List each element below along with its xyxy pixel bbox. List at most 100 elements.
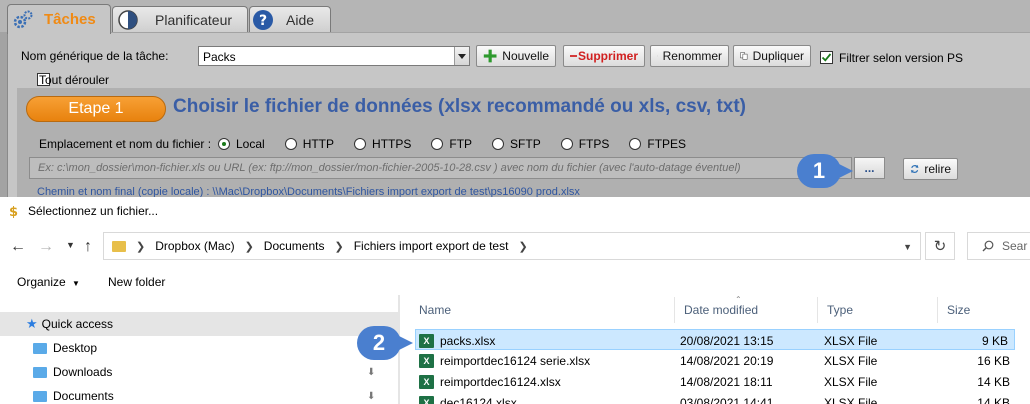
radio-sftp[interactable]: SFTP: [492, 137, 541, 151]
file-date: 03/08/2021 14:41: [680, 395, 774, 404]
file-type: XLSX File: [824, 374, 878, 389]
tab-taches-label: Tâches: [44, 11, 96, 28]
file-list-pane: Name ⌃ Date modified Type Size Xpacks.xl…: [405, 295, 1030, 404]
refresh-icon: [910, 164, 919, 174]
file-row[interactable]: Xreimportdec16124 serie.xlsx 14/08/2021 …: [415, 350, 1015, 371]
svg-text:?: ?: [259, 13, 267, 29]
filter-ps-label: Filtrer selon version PS: [839, 51, 964, 65]
step-title: Choisir le fichier de données (xlsx reco…: [173, 96, 746, 117]
tab-planificateur[interactable]: Planificateur: [112, 6, 248, 32]
chevron-right-icon: ❯: [518, 240, 528, 253]
folder-icon: [112, 240, 126, 252]
excel-file-icon: X: [419, 333, 434, 348]
nav-item-quick-access[interactable]: ★ Quick access: [0, 312, 398, 336]
file-name: reimportdec16124 serie.xlsx: [440, 353, 591, 368]
help-icon: ?: [253, 9, 273, 30]
recent-locations-chevron-icon[interactable]: ▼: [66, 240, 75, 250]
radio-https[interactable]: HTTPS: [354, 137, 411, 151]
renommer-label: Renommer: [662, 49, 722, 63]
task-name-combo[interactable]: Packs: [198, 46, 470, 66]
browse-button[interactable]: ...: [854, 157, 885, 179]
nav-item-desktop[interactable]: Desktop ⬇: [0, 336, 398, 360]
file-type: XLSX File: [824, 333, 878, 348]
refresh-button[interactable]: ↻: [925, 232, 955, 260]
nav-item-label: Desktop: [53, 341, 98, 355]
file-row[interactable]: Xdec16124.xlsx 03/08/2021 14:41 XLSX Fil…: [415, 392, 1015, 404]
desktop-folder-icon: [33, 342, 47, 354]
radio-selected-icon: [218, 138, 230, 150]
filter-ps-checkbox[interactable]: [820, 51, 833, 64]
radio-local[interactable]: Local: [218, 137, 265, 151]
file-path-input[interactable]: Ex: c:\mon_dossier\mon-fichier.xls ou UR…: [29, 157, 852, 179]
file-row-selected[interactable]: Xpacks.xlsx 20/08/2021 13:15 XLSX File 9…: [415, 329, 1015, 350]
organize-button[interactable]: Organize ▼: [17, 275, 80, 289]
file-size: 16 KB: [977, 353, 1010, 368]
column-header-date[interactable]: Date modified: [675, 297, 818, 323]
column-header-type[interactable]: Type: [818, 297, 938, 323]
radio-http[interactable]: HTTP: [284, 137, 334, 151]
radio-ftps-label: FTPS: [578, 137, 610, 151]
breadcrumb-documents[interactable]: Documents: [264, 239, 325, 253]
radio-empty-icon: [560, 138, 573, 150]
final-path-text: Chemin et nom final (copie locale) : \\M…: [37, 186, 580, 197]
excel-file-icon: X: [419, 353, 434, 368]
radio-sftp-label: SFTP: [510, 137, 541, 151]
file-type: XLSX File: [824, 395, 878, 404]
file-list-header: Name ⌃ Date modified Type Size: [405, 295, 1030, 323]
search-input[interactable]: Sear: [967, 232, 1030, 260]
forward-arrow-icon[interactable]: →: [38, 238, 54, 256]
file-row[interactable]: Xreimportdec16124.xlsx 14/08/2021 18:11 …: [415, 371, 1015, 392]
file-name: dec16124.xlsx: [440, 395, 517, 404]
supprimer-button[interactable]: Supprimer: [563, 45, 645, 67]
gear-icon: [13, 10, 33, 28]
chevron-right-icon: ❯: [244, 240, 254, 253]
dialog-navigation-bar: ← → ▼ ↑ ❯ Dropbox (Mac) ❯ Documents ❯ Fi…: [0, 229, 1030, 263]
app-logo-icon: $: [9, 205, 18, 218]
combo-dropdown-arrow[interactable]: [454, 47, 469, 65]
breadcrumb-test-folder[interactable]: Fichiers import export de test: [354, 239, 509, 253]
radio-empty-icon: [492, 138, 505, 150]
excel-file-icon: X: [419, 395, 434, 404]
pin-icon: ⬇: [367, 366, 376, 378]
file-date: 14/08/2021 18:11: [680, 374, 773, 389]
tab-taches[interactable]: Tâches: [7, 4, 111, 34]
radio-empty-icon: [284, 138, 297, 150]
annotation-badge-2: 2: [357, 326, 413, 360]
radio-ftp[interactable]: FTP: [431, 137, 472, 151]
radio-ftps[interactable]: FTPS: [560, 137, 610, 151]
file-size: 14 KB: [977, 374, 1010, 389]
address-bar[interactable]: ❯ Dropbox (Mac) ❯ Documents ❯ Fichiers i…: [103, 232, 921, 260]
nouvelle-button[interactable]: Nouvelle: [476, 45, 556, 67]
downloads-folder-icon: [33, 366, 47, 378]
column-name-label: Name: [419, 303, 452, 317]
search-placeholder: Sear: [1002, 239, 1028, 253]
tab-aide[interactable]: ? Aide: [249, 6, 331, 32]
file-name: packs.xlsx: [440, 333, 496, 348]
column-header-name[interactable]: Name: [410, 297, 675, 323]
back-arrow-icon[interactable]: ←: [10, 238, 26, 256]
relire-button[interactable]: relire: [903, 158, 958, 180]
up-arrow-icon[interactable]: ↑: [84, 238, 92, 256]
chevron-right-icon: ❯: [334, 240, 344, 253]
renommer-button[interactable]: Renommer: [650, 45, 729, 67]
column-header-size[interactable]: Size: [938, 297, 1023, 323]
radio-local-label: Local: [236, 137, 265, 151]
plus-icon: [483, 49, 497, 63]
address-dropdown-chevron-icon[interactable]: ▼: [903, 242, 912, 252]
radio-https-label: HTTPS: [372, 137, 412, 151]
breadcrumb-dropbox[interactable]: Dropbox (Mac): [155, 239, 234, 253]
tab-aide-label: Aide: [286, 11, 315, 28]
chevron-right-icon: ❯: [136, 240, 146, 253]
protocol-radio-group: Local HTTP HTTPS FTP SFTP FTPS FTPES: [218, 137, 706, 151]
nav-item-label: Quick access: [41, 317, 114, 331]
step-1-panel: Etape 1 Choisir le fichier de données (x…: [17, 88, 1030, 197]
chevron-down-icon: ▼: [72, 279, 80, 288]
radio-ftpes[interactable]: FTPES: [629, 137, 686, 151]
column-date-label: Date modified: [684, 303, 759, 317]
svg-text:$: $: [9, 205, 18, 218]
tab-bar: Tâches Planificateur ? Aide: [0, 0, 1030, 34]
nav-item-downloads[interactable]: Downloads ⬇: [0, 360, 398, 384]
nav-item-documents[interactable]: Documents ⬇: [0, 384, 398, 404]
new-folder-button[interactable]: New folder: [108, 275, 165, 289]
dupliquer-button[interactable]: Dupliquer: [733, 45, 811, 67]
